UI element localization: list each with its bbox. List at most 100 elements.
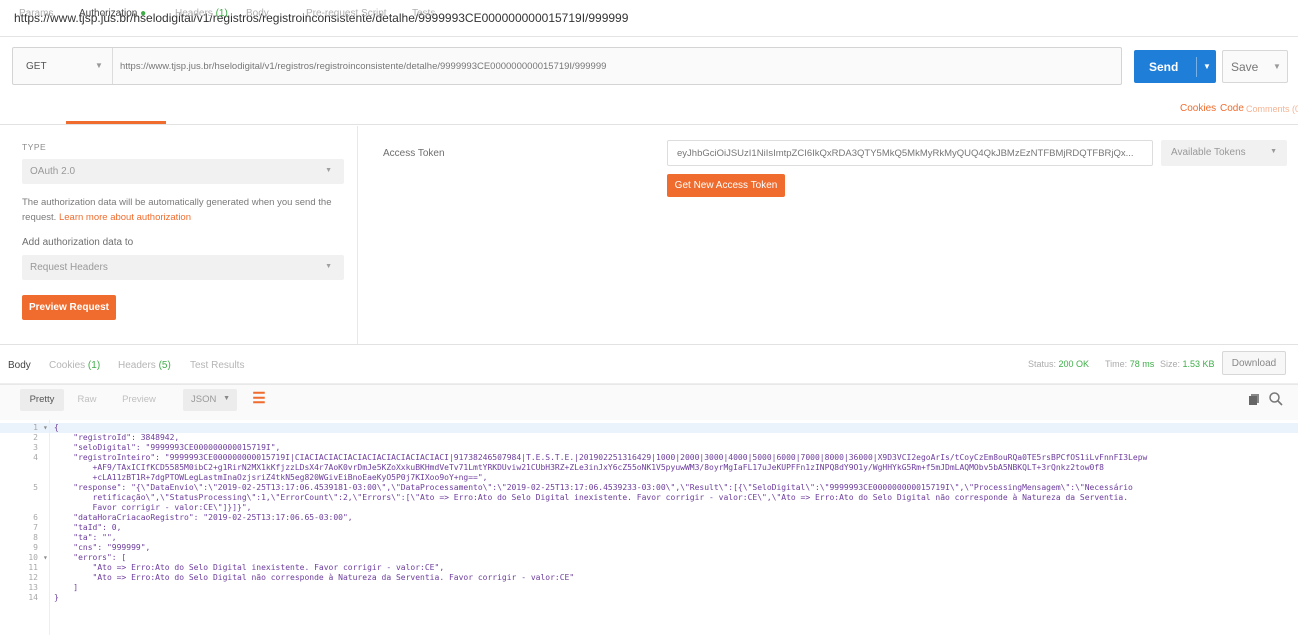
code-line: 12 "Ato => Erro:Ato do Selo Digital não … [0, 573, 1298, 583]
wrap-lines-icon[interactable]: ☰ [248, 389, 270, 411]
response-tab-body[interactable]: Body [8, 360, 31, 371]
response-tab-cookies-label: Cookies [49, 360, 86, 371]
line-number: 12 [28, 573, 38, 582]
code-line: Favor corrigir - valor:CE\"]}]}", [0, 503, 1298, 513]
line-number: 3 [33, 443, 38, 452]
send-button[interactable]: Send ▼ [1134, 50, 1216, 83]
format-select[interactable]: JSON ▼ [183, 389, 237, 411]
send-options-chevron-icon[interactable]: ▼ [1197, 62, 1211, 71]
size-indicator: Size: 1.53 KB [1160, 359, 1215, 369]
status-indicator: Status: 200 OK [1028, 359, 1089, 369]
code-line-text: { [54, 423, 59, 432]
tab-prerequest-script[interactable]: Pre-request Script [306, 8, 387, 19]
tab-params[interactable]: Params [19, 8, 53, 19]
response-headers-count: (5) [158, 360, 171, 371]
response-tab-cookies[interactable]: Cookies (1) [49, 360, 100, 371]
chevron-down-icon: ▼ [95, 61, 103, 70]
format-value: JSON [191, 394, 217, 405]
time-indicator: Time: 78 ms [1105, 359, 1154, 369]
code-line-text: } [54, 593, 59, 602]
access-token-input[interactable]: eyJhbGciOiJSUzI1NiIsImtpZCI6IkQxRDA3QTY5… [667, 140, 1153, 166]
code-line: 5 "response": "{\"DataEnvio\":\"2019-02-… [0, 483, 1298, 493]
save-button-label: Save [1231, 59, 1259, 74]
download-button[interactable]: Download [1222, 351, 1286, 375]
line-number: 10 [28, 553, 38, 562]
code-line: 9 "cns": "999999", [0, 543, 1298, 553]
code-line-text: ] [54, 583, 79, 592]
tab-authorization-label: Authorization [79, 8, 138, 19]
code-line-text: +AF9/TAxICIfKCD5585M0ibC2+g1RirN2MX1kKfj… [54, 463, 1104, 472]
status-label: Status: [1028, 359, 1057, 369]
tab-authorization[interactable]: Authorization ● [79, 8, 146, 19]
status-value: 200 OK [1058, 359, 1090, 369]
auth-type-value: OAuth 2.0 [30, 166, 76, 177]
code-line-text: "taId": 0, [54, 523, 122, 532]
method-select[interactable]: GET ▼ [13, 48, 113, 84]
code-line: 2 "registroId": 3848942, [0, 433, 1298, 443]
code-line-text: Favor corrigir - valor:CE\"]}]}", [54, 503, 252, 512]
method-label: GET [26, 60, 47, 72]
get-new-access-token-button[interactable]: Get New Access Token [667, 174, 785, 197]
code-line: 13 ] [0, 583, 1298, 593]
line-number: 14 [28, 593, 38, 602]
fold-toggle-icon[interactable]: ▾ [43, 423, 48, 433]
auth-description: The authorization data will be automatic… [22, 195, 342, 225]
line-number: 6 [33, 513, 38, 522]
code-line: 6 "dataHoraCriacaoRegistro": "2019-02-25… [0, 513, 1298, 523]
code-line-text: "cns": "999999", [54, 543, 151, 552]
save-button[interactable]: Save ▼ [1222, 50, 1288, 83]
response-tab-headers[interactable]: Headers (5) [118, 360, 171, 371]
code-line: +AF9/TAxICIfKCD5585M0ibC2+g1RirN2MX1kKfj… [0, 463, 1298, 473]
chevron-down-icon: ▼ [223, 395, 230, 402]
pretty-button[interactable]: Pretty [20, 389, 64, 411]
time-value: 78 ms [1129, 359, 1155, 369]
save-options-chevron-icon[interactable]: ▼ [1269, 62, 1281, 71]
access-token-label: Access Token [383, 148, 445, 159]
tab-tests[interactable]: Tests [412, 8, 435, 19]
add-auth-to-label: Add authorization data to [22, 237, 134, 248]
line-number: 2 [33, 433, 38, 442]
json-code-editor[interactable]: 1 ▾ {2 "registroId": 3848942, 3 "seloDigita… [0, 420, 1298, 635]
preview-button[interactable]: Preview [114, 389, 164, 411]
code-line: 11 "Ato => Erro:Ato do Selo Digital inex… [0, 563, 1298, 573]
line-number: 11 [28, 563, 38, 572]
response-tab-headers-label: Headers [118, 360, 156, 371]
code-line-text: "Ato => Erro:Ato do Selo Digital não cor… [54, 573, 575, 582]
line-number: 8 [33, 533, 38, 542]
code-line-text: "registroInteiro": "9999993CE00000000001… [54, 453, 1148, 462]
line-number: 5 [33, 483, 38, 492]
auth-type-select[interactable]: OAuth 2.0 ▼ [22, 159, 344, 184]
tab-body[interactable]: Body [246, 8, 269, 19]
code-link[interactable]: Code [1220, 103, 1244, 114]
line-number: 9 [33, 543, 38, 552]
code-line-text: retificação\",\"StatusProcessing\":1,\"E… [54, 493, 1129, 502]
response-tab-test-results[interactable]: Test Results [190, 360, 244, 371]
code-line: 8 "ta": "", [0, 533, 1298, 543]
copy-icon[interactable] [1248, 393, 1261, 406]
code-line: 3 "seloDigital": "9999993CE0000000000157… [0, 443, 1298, 453]
chevron-down-icon: ▼ [1270, 148, 1277, 155]
time-label: Time: [1105, 359, 1128, 369]
preview-request-button[interactable]: Preview Request [22, 295, 116, 320]
line-number: 1 [33, 423, 38, 432]
search-icon[interactable] [1268, 391, 1284, 407]
chevron-down-icon: ▼ [325, 263, 332, 270]
code-line-text: "registroId": 3848942, [54, 433, 180, 442]
code-line-text: "ta": "", [54, 533, 117, 542]
raw-button[interactable]: Raw [70, 389, 104, 411]
code-line: +cLA11zBT1R+7dgPTOWLegLastmInaOzjsriZ4tk… [0, 473, 1298, 483]
available-tokens-select[interactable]: Available Tokens ▼ [1161, 140, 1287, 166]
cookies-link[interactable]: Cookies [1180, 103, 1216, 114]
code-line-text: "errors": [ [54, 553, 127, 562]
code-line-text: "dataHoraCriacaoRegistro": "2019-02-25T1… [54, 513, 353, 522]
fold-toggle-icon[interactable]: ▾ [43, 553, 48, 563]
add-auth-to-select[interactable]: Request Headers ▼ [22, 255, 344, 280]
code-line-text: "response": "{\"DataEnvio\":\"2019-02-25… [54, 483, 1133, 492]
tab-headers[interactable]: Headers (1) [175, 8, 228, 19]
learn-more-link[interactable]: Learn more about authorization [59, 212, 191, 223]
comments-link[interactable]: Comments (0) [1246, 104, 1298, 114]
code-line: 4 "registroInteiro": "9999993CE000000000… [0, 453, 1298, 463]
url-input[interactable]: https://www.tjsp.jus.br/hselodigital/v1/… [113, 61, 1121, 72]
code-line: 1 ▾ { [0, 423, 1298, 433]
available-tokens-label: Available Tokens [1171, 147, 1246, 158]
